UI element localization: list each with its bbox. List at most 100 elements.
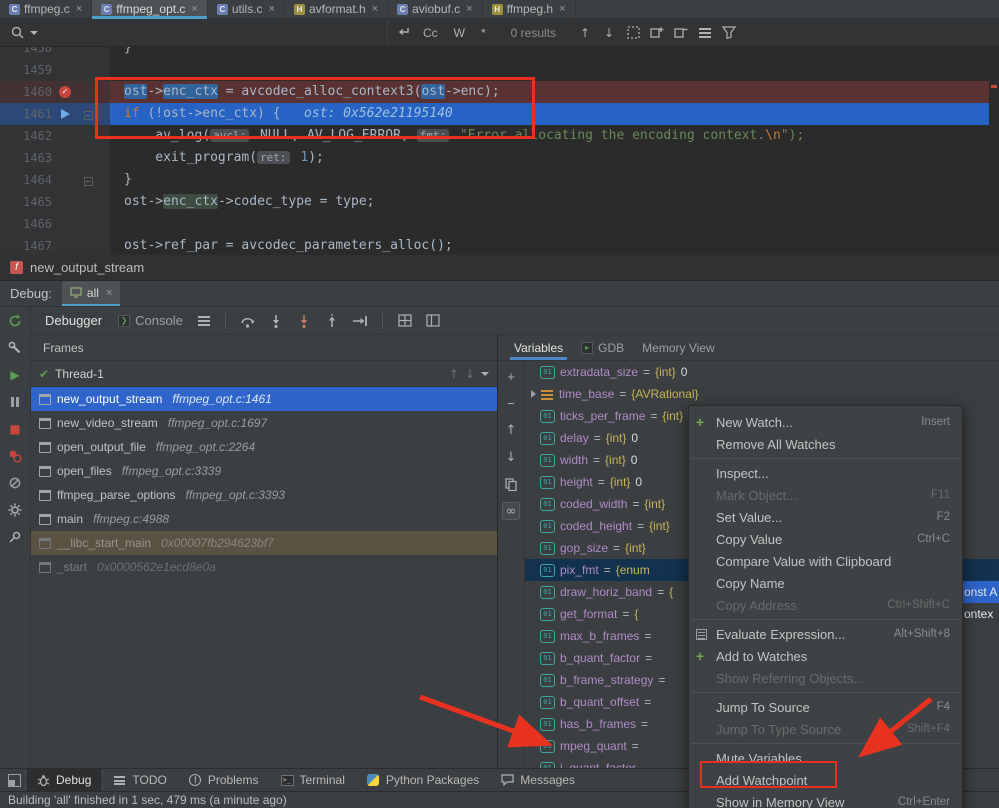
search-history-caret-icon[interactable] bbox=[30, 30, 38, 35]
line-number[interactable]: 1466 bbox=[0, 213, 52, 235]
step-over-icon[interactable] bbox=[238, 311, 258, 331]
mute-breakpoints-button[interactable] bbox=[7, 475, 23, 491]
line-number[interactable]: 1463 bbox=[0, 147, 52, 169]
editor-tab-avformat.h[interactable]: Havformat.h × bbox=[285, 0, 389, 18]
variable-row[interactable]: time_base = {AVRational} bbox=[525, 383, 999, 405]
line-number[interactable]: 1467 bbox=[0, 235, 52, 255]
toolwindow-tab-problems[interactable]: ! Problems bbox=[179, 769, 269, 791]
fold-marker[interactable]: − bbox=[78, 169, 98, 191]
pause-button[interactable] bbox=[7, 394, 23, 410]
menu-item-compare-value-with-clipboard[interactable]: Compare Value with Clipboard bbox=[689, 550, 962, 572]
editor-tab-ffmpeg.h[interactable]: Hffmpeg.h × bbox=[483, 0, 576, 18]
thread-dropdown-caret-icon[interactable] bbox=[481, 371, 489, 376]
line-number[interactable]: 1459 bbox=[0, 59, 52, 81]
code-editor[interactable]: 1458} 1459 1460 ✓ ost->enc_ctx = avcodec_all… bbox=[0, 47, 999, 255]
next-occurrence-button[interactable]: ↓ bbox=[600, 24, 618, 42]
fold-minus-icon[interactable]: − bbox=[83, 177, 93, 186]
close-tab-icon[interactable]: × bbox=[559, 3, 565, 15]
toolwindow-tab-python-packages[interactable]: Python Packages bbox=[357, 769, 489, 791]
toolwindow-tab-terminal[interactable]: >_ Terminal bbox=[271, 769, 355, 791]
editor-tab-aviobuf.c[interactable]: Caviobuf.c × bbox=[388, 0, 483, 18]
stack-frame-row[interactable]: __libc_start_main 0x00007fb294623bf7 bbox=[31, 531, 497, 555]
frame-down-icon[interactable]: ↓ bbox=[465, 367, 475, 381]
stack-frame-row[interactable]: ffmpeg_parse_options ffmpeg_opt.c:3393 bbox=[31, 483, 497, 507]
thread-selector[interactable]: ✔ Thread-1 ↑ ↓ bbox=[31, 361, 497, 387]
tab-console[interactable]: ❯ Console bbox=[114, 313, 187, 328]
stop-button[interactable]: ■ bbox=[7, 421, 23, 437]
run-to-cursor-icon[interactable] bbox=[350, 311, 370, 331]
menu-item-add-watchpoint[interactable]: Add Watchpoint bbox=[689, 769, 962, 791]
show-watches-icon[interactable]: ∞ bbox=[502, 502, 520, 520]
toolwindow-switcher-icon[interactable] bbox=[8, 773, 21, 787]
remove-watch-icon[interactable]: − bbox=[502, 394, 520, 412]
stack-frame-row[interactable]: new_video_stream ffmpeg_opt.c:1697 bbox=[31, 411, 497, 435]
editor-scrollbar[interactable] bbox=[989, 47, 999, 255]
editor-tab-ffmpeg.c[interactable]: Cffmpeg.c × bbox=[0, 0, 93, 18]
previous-occurrence-button[interactable]: ↑ bbox=[576, 24, 594, 42]
move-watch-down-icon[interactable]: ↓ bbox=[502, 448, 520, 466]
code-text[interactable]: exit_program(ret: 1); bbox=[110, 147, 324, 169]
menu-item-show-in-memory-view[interactable]: Show in Memory View Ctrl+Enter bbox=[689, 791, 962, 808]
step-into-icon[interactable] bbox=[266, 311, 286, 331]
resume-button[interactable]: ▶ bbox=[7, 367, 23, 383]
view-columns-icon[interactable] bbox=[423, 311, 443, 331]
toolwindow-tab-todo[interactable]: TODO bbox=[103, 769, 176, 791]
editor-tab-utils.c[interactable]: Cutils.c × bbox=[208, 0, 285, 18]
code-text[interactable]: } bbox=[110, 47, 132, 59]
menu-item-jump-to-source[interactable]: Jump To Source F4 bbox=[689, 696, 962, 718]
tab-debugger[interactable]: Debugger bbox=[41, 313, 106, 328]
breakpoint-icon[interactable]: ✓ bbox=[52, 86, 78, 98]
code-text[interactable]: ost->enc_ctx->codec_type = type; bbox=[110, 191, 374, 213]
newline-icon[interactable] bbox=[394, 24, 412, 42]
close-tab-icon[interactable]: × bbox=[466, 3, 472, 15]
line-number[interactable]: 1460 bbox=[0, 81, 52, 103]
close-tab-icon[interactable]: × bbox=[372, 3, 378, 15]
move-watch-up-icon[interactable]: ↑ bbox=[502, 421, 520, 439]
menu-item-add-to-watches[interactable]: + Add to Watches bbox=[689, 645, 962, 667]
fold-marker[interactable]: − bbox=[78, 103, 98, 125]
code-text[interactable]: av_log(avcl: NULL, AV_LOG_ERROR, fmt: "E… bbox=[110, 125, 804, 147]
stack-frame-row[interactable]: open_output_file ffmpeg_opt.c:2264 bbox=[31, 435, 497, 459]
menu-item-set-value[interactable]: Set Value... F2 bbox=[689, 506, 962, 528]
breakpoint-dot[interactable]: ✓ bbox=[59, 86, 71, 98]
wrench-icon[interactable] bbox=[7, 340, 23, 356]
step-out-icon[interactable] bbox=[322, 311, 342, 331]
tab-gdb[interactable]: ▸ GDB bbox=[573, 335, 632, 360]
expand-chevron-icon[interactable] bbox=[531, 390, 536, 398]
close-tab-icon[interactable]: × bbox=[191, 3, 197, 15]
whole-words-toggle[interactable]: W bbox=[449, 24, 470, 42]
copy-icon[interactable] bbox=[502, 475, 520, 493]
stack-frame-row[interactable]: new_output_stream ffmpeg_opt.c:1461 bbox=[31, 387, 497, 411]
close-session-icon[interactable]: × bbox=[106, 287, 112, 299]
force-step-into-icon[interactable] bbox=[294, 311, 314, 331]
code-text[interactable] bbox=[110, 59, 124, 81]
search-field[interactable] bbox=[8, 19, 388, 46]
menu-item-evaluate-expression[interactable]: Evaluate Expression... Alt+Shift+8 bbox=[689, 623, 962, 645]
pin-icon[interactable] bbox=[7, 529, 23, 545]
toolwindow-tab-messages[interactable]: Messages bbox=[491, 769, 585, 791]
fold-minus-icon[interactable]: − bbox=[83, 111, 93, 120]
stack-frame-row[interactable]: main ffmpeg.c:4988 bbox=[31, 507, 497, 531]
layout-menu-icon[interactable] bbox=[195, 312, 213, 330]
code-text[interactable]: ost->ref_par = avcodec_parameters_alloc(… bbox=[110, 235, 453, 255]
code-text[interactable]: ost->enc_ctx = avcodec_alloc_context3(os… bbox=[110, 81, 500, 103]
toolwindow-tab-debug[interactable]: Debug bbox=[27, 769, 102, 791]
code-text[interactable]: if (!ost->enc_ctx) { ost: 0x562e21195140 bbox=[110, 103, 453, 125]
select-all-occurrences-button[interactable] bbox=[624, 24, 642, 42]
line-number[interactable]: 1462 bbox=[0, 125, 52, 147]
code-text[interactable] bbox=[110, 213, 124, 235]
view-grid-icon[interactable] bbox=[395, 311, 415, 331]
debug-session-tab[interactable]: all × bbox=[61, 281, 121, 306]
editor-tab-ffmpeg_opt.c[interactable]: Cffmpeg_opt.c × bbox=[92, 0, 208, 19]
regex-toggle[interactable]: * bbox=[476, 24, 491, 42]
close-tab-icon[interactable]: × bbox=[76, 3, 82, 15]
line-number[interactable]: 1461 bbox=[0, 103, 52, 125]
stack-frame-row[interactable]: open_files ffmpeg_opt.c:3339 bbox=[31, 459, 497, 483]
menu-item-copy-name[interactable]: Copy Name bbox=[689, 572, 962, 594]
code-text[interactable]: } bbox=[110, 169, 132, 191]
menu-item-mute-variables[interactable]: Mute Variables bbox=[689, 747, 962, 769]
stack-frame-row[interactable]: _start 0x0000562e1ecd8e0a bbox=[31, 555, 497, 579]
tab-variables[interactable]: Variables bbox=[506, 335, 571, 360]
add-occurrence-button[interactable] bbox=[648, 24, 666, 42]
close-tab-icon[interactable]: × bbox=[269, 3, 275, 15]
